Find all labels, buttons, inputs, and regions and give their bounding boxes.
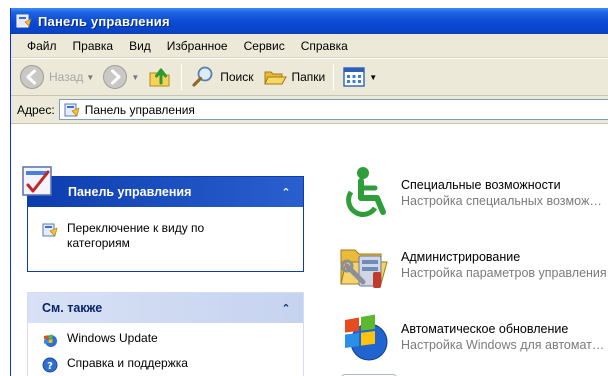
- menu-favorites[interactable]: Избранное: [159, 36, 236, 56]
- menu-help[interactable]: Справка: [293, 36, 356, 56]
- cp-item-accessibility[interactable]: Специальные возможности Настройка специа…: [333, 162, 608, 224]
- menu-view[interactable]: Вид: [121, 36, 159, 56]
- folders-label: Папки: [291, 70, 326, 84]
- content-area: Панель управления ⌃ Переключение к виду …: [11, 124, 608, 376]
- control-panel-icon: [16, 13, 32, 29]
- folders-button[interactable]: Папки: [258, 61, 330, 93]
- forward-button[interactable]: ▼: [98, 61, 143, 93]
- back-arrow-icon: [20, 65, 44, 89]
- cp-item-automatic-updates[interactable]: Автоматическое обновление Настройка Wind…: [333, 306, 608, 368]
- cp-item-administration[interactable]: Администрирование Настройка параметров у…: [333, 234, 608, 296]
- toolbar-separator: [333, 64, 335, 90]
- title-bar[interactable]: Панель управления: [11, 8, 608, 34]
- address-value: Панель управления: [84, 102, 195, 117]
- tasks-panel: Панель управления ⌃ Переключение к виду …: [22, 166, 304, 272]
- see-also-title: См. также: [42, 301, 103, 315]
- cp-item-description: Настройка специальных возможностей: [401, 194, 607, 208]
- menu-file[interactable]: Файл: [19, 36, 65, 56]
- address-bar: Адрес: Панель управления: [11, 96, 608, 124]
- search-label: Поиск: [220, 70, 254, 84]
- see-also-body: Windows Update ? Справка и поддержка: [28, 323, 303, 376]
- cp-item-title: Специальные возможности: [401, 178, 561, 192]
- views-button[interactable]: ▼: [338, 61, 381, 93]
- views-dropdown-icon[interactable]: ▼: [369, 73, 377, 82]
- address-input[interactable]: Панель управления: [58, 99, 608, 120]
- accessibility-icon: [333, 162, 397, 222]
- back-button[interactable]: Назад ▼: [15, 61, 98, 93]
- menu-bar: Файл Правка Вид Избранное Сервис Справка: [11, 34, 608, 58]
- tasks-panel-title: Панель управления: [68, 185, 192, 199]
- cp-item-text: Специальные возможности Настройка специа…: [401, 162, 607, 208]
- search-button[interactable]: Поиск: [186, 61, 257, 93]
- windows-update-icon: [44, 334, 57, 347]
- cp-item-title: Администрирование: [401, 250, 521, 264]
- toolbar-separator: [181, 64, 183, 90]
- search-icon: [192, 66, 213, 87]
- see-also-header[interactable]: См. также ⌃: [28, 293, 303, 323]
- back-label: Назад: [49, 70, 84, 84]
- menu-edit[interactable]: Правка: [65, 36, 122, 56]
- svg-text:?: ?: [47, 361, 53, 372]
- back-dropdown-icon[interactable]: ▼: [86, 73, 94, 82]
- cp-item-text: Автоматическое обновление Настройка Wind…: [401, 306, 607, 352]
- collapse-icon[interactable]: ⌃: [279, 301, 293, 315]
- toolbar: Назад ▼ ▼ Поиск Папки ▼: [11, 58, 608, 96]
- collapse-icon[interactable]: ⌃: [279, 185, 293, 199]
- tasks-panel-body: Переключение к виду по категориям: [28, 207, 303, 271]
- control-panel-icon: [22, 166, 52, 196]
- address-label: Адрес:: [17, 102, 55, 117]
- cp-item-text: Администрирование Настройка параметров у…: [401, 234, 607, 280]
- explorer-window: Панель управления Файл Правка Вид Избран…: [10, 8, 608, 376]
- administration-icon: [333, 234, 397, 294]
- help-icon: ?: [42, 357, 58, 373]
- cp-item-title: Автоматическое обновление: [401, 322, 569, 336]
- up-folder-button[interactable]: [143, 61, 177, 93]
- help-and-support-link[interactable]: ? Справка и поддержка: [42, 356, 293, 373]
- switch-to-category-view-link[interactable]: Переключение к виду по категориям: [42, 221, 293, 251]
- see-also-panel: См. также ⌃ Windows Update ? Справка и п…: [27, 292, 304, 376]
- windows-update-icon: [333, 306, 397, 366]
- up-folder-icon: [149, 68, 170, 87]
- control-panel-icon: [64, 103, 80, 117]
- switch-view-label: Переключение к виду по категориям: [67, 221, 205, 250]
- help-and-support-label: Справка и поддержка: [67, 356, 188, 370]
- windows-update-link[interactable]: Windows Update: [42, 331, 293, 348]
- forward-arrow-icon: [103, 65, 128, 89]
- cp-item-description: Настройка Windows для автоматического об…: [401, 338, 607, 352]
- forward-dropdown-icon[interactable]: ▼: [131, 73, 139, 82]
- tasks-panel-header[interactable]: Панель управления ⌃: [22, 166, 303, 207]
- cp-item-description: Настройка параметров управления: [401, 266, 607, 280]
- views-icon: [343, 67, 365, 87]
- window-title: Панель управления: [38, 13, 170, 29]
- control-panel-icon: [42, 223, 58, 237]
- menu-tools[interactable]: Сервис: [236, 36, 293, 56]
- folders-icon: [263, 71, 287, 85]
- windows-update-label: Windows Update: [67, 331, 158, 345]
